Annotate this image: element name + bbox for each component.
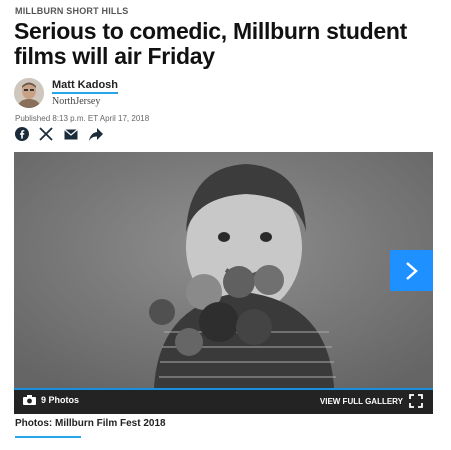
gallery-photo[interactable]: [14, 152, 433, 388]
gallery-caption: Photos: Millburn Film Fest 2018: [15, 418, 166, 429]
camera-icon: [23, 395, 36, 405]
gallery-bar: 9 Photos VIEW FULL GALLERY: [14, 388, 433, 414]
x-icon[interactable]: [38, 126, 54, 142]
photo-count-label: 9 Photos: [41, 395, 80, 405]
photo-count: 9 Photos: [23, 395, 79, 405]
photo-gallery[interactable]: 9 Photos VIEW FULL GALLERY: [14, 152, 433, 414]
share-arrow-icon[interactable]: [88, 126, 104, 142]
view-full-gallery-label: VIEW FULL GALLERY: [319, 396, 403, 406]
author-organization: NorthJersey: [52, 96, 101, 107]
expand-icon: [409, 394, 423, 408]
published-timestamp: Published 8:13 p.m. ET April 17, 2018: [15, 114, 150, 123]
author-name-link[interactable]: Matt Kadosh: [52, 79, 118, 94]
author-avatar[interactable]: [14, 78, 44, 108]
gallery-next-button[interactable]: [390, 250, 433, 291]
chevron-right-icon: [405, 261, 418, 280]
caption-underline: [15, 436, 81, 438]
article-headline: Serious to comedic, Millburn student fil…: [14, 18, 408, 69]
facebook-icon[interactable]: [14, 126, 30, 142]
email-icon[interactable]: [63, 126, 79, 142]
section-label[interactable]: MILLBURN SHORT HILLS: [15, 6, 129, 16]
view-full-gallery-button[interactable]: VIEW FULL GALLERY: [320, 394, 423, 408]
